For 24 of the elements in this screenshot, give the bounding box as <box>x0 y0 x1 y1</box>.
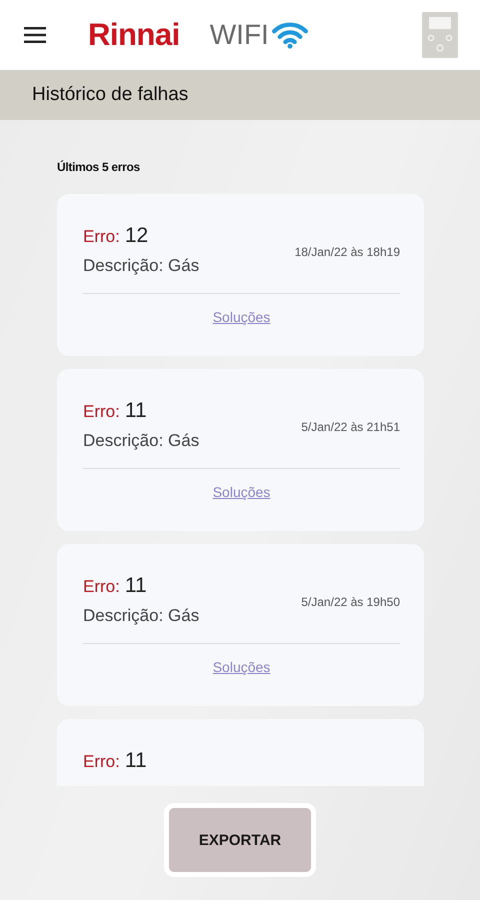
wifi-icon <box>270 21 309 49</box>
error-description: Descrição: Gás <box>83 256 200 276</box>
page-title: Histórico de falhas <box>32 84 188 106</box>
solutions-link[interactable]: Soluções <box>212 484 270 500</box>
error-code: 12 <box>124 224 148 248</box>
error-description: Descrição: Gás <box>83 431 200 451</box>
error-label: Erro: <box>83 227 120 247</box>
brand-logo: Rinnai <box>88 17 180 53</box>
error-description: Descrição: Gás <box>83 606 200 626</box>
export-button[interactable]: EXPORTAR <box>164 803 316 877</box>
solutions-link[interactable]: Soluções <box>212 659 270 675</box>
error-label: Erro: <box>83 577 120 597</box>
list-heading: Últimos 5 erros <box>57 160 141 174</box>
error-code: 11 <box>124 749 147 773</box>
solutions-link[interactable]: Soluções <box>212 309 270 325</box>
error-date: 5/Jan/22 às 21h51 <box>301 420 400 434</box>
error-code: 11 <box>124 399 147 423</box>
brand-suffix: WIFI <box>210 19 269 51</box>
error-label: Erro: <box>83 402 120 422</box>
error-date: 5/Jan/22 às 19h50 <box>301 595 400 609</box>
error-code: 11 <box>124 574 147 598</box>
menu-icon[interactable] <box>24 27 46 43</box>
error-label: Erro: <box>83 752 120 772</box>
error-date: 18/Jan/22 às 18h19 <box>294 245 400 259</box>
